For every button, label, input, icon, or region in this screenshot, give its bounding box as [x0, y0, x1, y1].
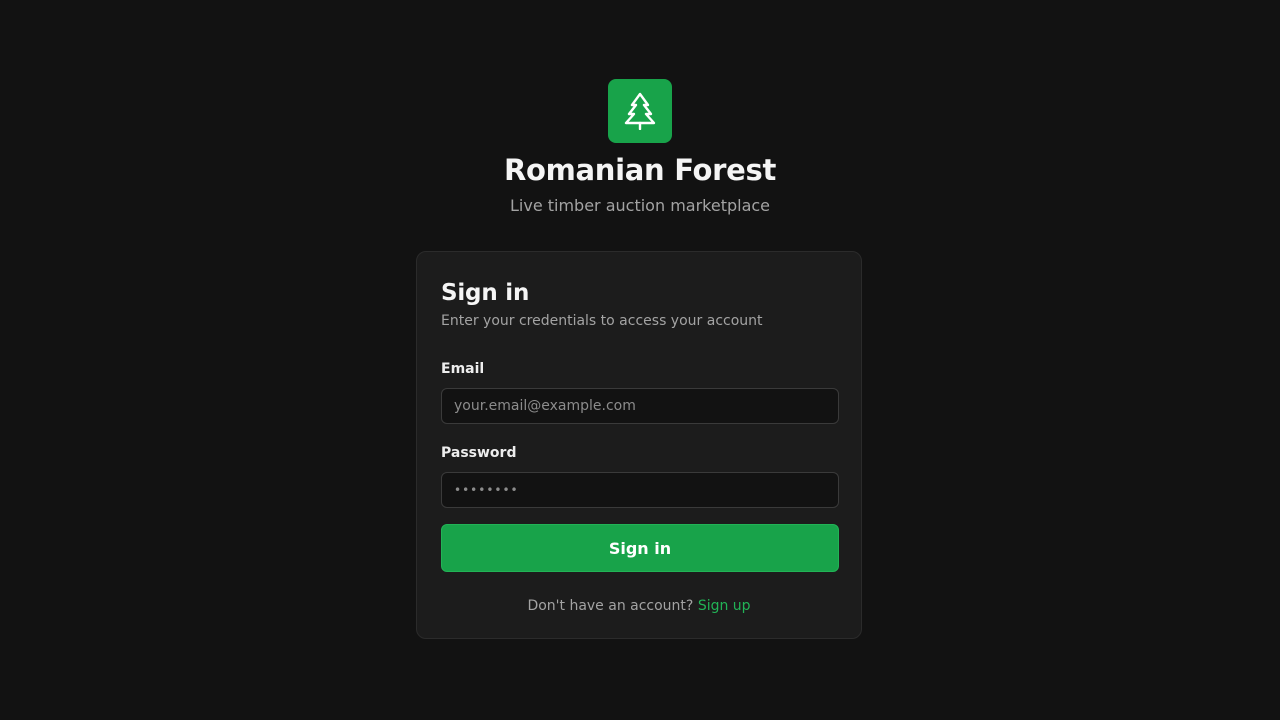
app-subtitle: Live timber auction marketplace — [509, 196, 771, 215]
login-page: Romanian Forest Live timber auction mark… — [0, 0, 1280, 720]
brand-header: Romanian Forest Live timber auction mark… — [0, 79, 1280, 216]
tree-icon — [623, 92, 657, 130]
email-field[interactable] — [441, 388, 839, 424]
signin-card: Sign in Enter your credentials to access… — [416, 251, 862, 639]
signup-link[interactable]: Sign up — [698, 598, 751, 614]
signup-prompt-text: Don't have an account? — [527, 598, 694, 614]
signin-description: Enter your credentials to access your ac… — [441, 313, 763, 329]
app-logo — [608, 79, 672, 143]
password-field[interactable] — [441, 472, 839, 508]
app-title: Romanian Forest — [503, 153, 777, 187]
signin-button[interactable]: Sign in — [441, 524, 839, 572]
password-label: Password — [441, 445, 517, 461]
signup-prompt: Don't have an account? Sign up — [441, 597, 837, 615]
signin-title: Sign in — [441, 280, 530, 306]
email-label: Email — [441, 361, 485, 377]
